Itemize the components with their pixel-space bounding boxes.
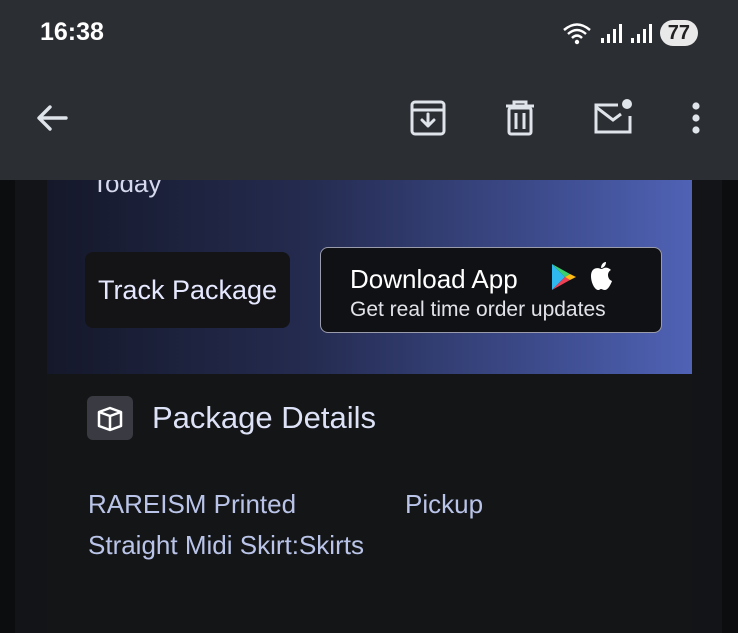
battery-indicator: 77 (659, 20, 698, 46)
apple-icon (591, 262, 612, 290)
download-app-button[interactable]: Download App Get real time order updates (320, 247, 662, 333)
wifi-icon (562, 23, 591, 45)
track-package-button[interactable]: Track Package (85, 252, 290, 328)
delete-icon[interactable] (498, 96, 542, 140)
download-app-subtitle: Get real time order updates (350, 298, 606, 321)
signal-icon (600, 24, 622, 43)
package-details-heading: Package Details (152, 400, 377, 435)
item-name: RAREISM Printed Straight Midi Skirt:Skir… (88, 489, 364, 560)
content-gutter-left (15, 180, 47, 633)
back-arrow-icon[interactable] (30, 96, 74, 140)
app-bar: 16:38 77 (0, 0, 738, 180)
email-hero-banner: Today Track Package Download App Get rea… (47, 168, 692, 374)
mark-unread-icon[interactable] (590, 96, 634, 140)
signal-icon (630, 24, 652, 43)
download-app-title: Download App (350, 264, 518, 294)
more-vert-icon[interactable] (674, 96, 718, 140)
google-play-icon (552, 264, 576, 290)
status-icons: 77 (562, 20, 698, 46)
status-time: 16:38 (40, 18, 104, 46)
package-box-icon (87, 396, 133, 440)
archive-icon[interactable] (406, 96, 450, 140)
content-gutter-right (692, 180, 722, 633)
delivery-method: Pickup (405, 489, 484, 519)
